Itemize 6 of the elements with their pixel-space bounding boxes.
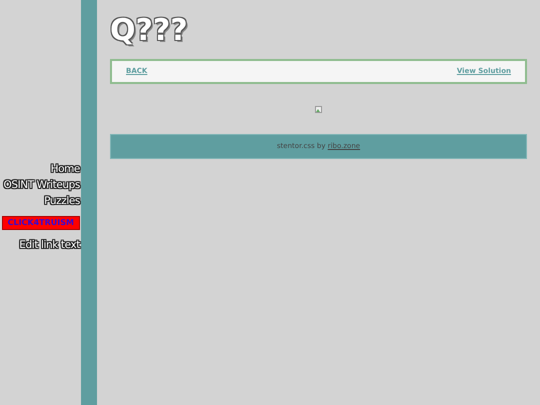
sidebar-link[interactable]: Puzzles [44, 193, 80, 209]
page-title: Q??? [110, 13, 188, 49]
sidebar-link[interactable]: OSINT Writeups [3, 177, 80, 193]
broken-image-icon [315, 106, 322, 112]
sidebar-link[interactable]: Home [50, 161, 80, 177]
sidebar-link[interactable]: Edit link text [19, 237, 80, 253]
